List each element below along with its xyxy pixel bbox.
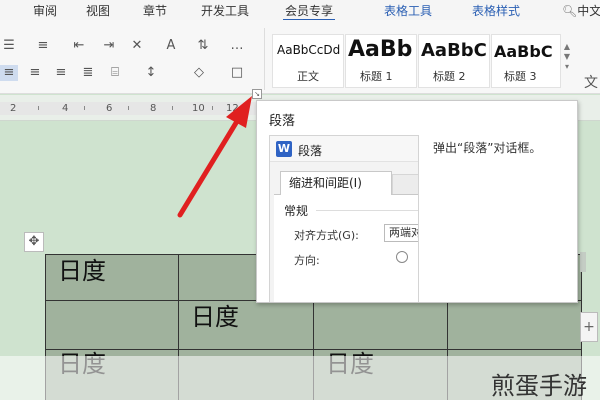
- add-column-button[interactable]: +: [580, 312, 598, 342]
- ruler-number: 4: [62, 103, 69, 114]
- scrollbar-thumb[interactable]: [580, 252, 586, 272]
- style-heading-1[interactable]: AaBb 标题 1: [345, 34, 417, 88]
- direction-label: 方向:: [294, 254, 320, 267]
- style-heading-2[interactable]: AaBbC 标题 2: [418, 34, 490, 88]
- style-sample: AaBb: [348, 37, 413, 62]
- ruler-number: 10: [192, 103, 205, 114]
- table-move-handle-icon[interactable]: ✥: [24, 232, 44, 252]
- distribute-icon[interactable]: ⌸: [106, 65, 124, 81]
- section-divider: [316, 210, 418, 211]
- style-label: 标题 1: [360, 70, 393, 83]
- menu-developer[interactable]: 开发工具: [201, 2, 249, 19]
- shading-icon[interactable]: ◇: [190, 65, 208, 81]
- search-box[interactable]: 🔍︎中文: [562, 2, 600, 19]
- text-tool-label[interactable]: 文: [584, 72, 598, 92]
- ruler-tick: [128, 106, 129, 110]
- style-label: 标题 2: [433, 70, 466, 83]
- ruler-tick: [212, 106, 213, 110]
- bullet-list-icon[interactable]: ☰: [0, 38, 18, 54]
- table-cell[interactable]: [46, 301, 179, 350]
- align-left-icon[interactable]: ≡: [0, 65, 18, 81]
- style-sample: AaBbC: [494, 42, 553, 61]
- menu-bar: 审阅 视图 章节 开发工具 会员专享 表格工具 表格样式 🔍︎中文: [0, 0, 600, 21]
- dialog-section-general: 常规: [284, 204, 309, 218]
- ruler-tick: [38, 106, 39, 110]
- menu-table-style[interactable]: 表格样式: [472, 2, 520, 19]
- tooltip-description: 弹出“段落”对话框。: [433, 141, 542, 155]
- dialog-titlebar: W 段落: [270, 136, 418, 162]
- style-sample: AaBbCcDd: [277, 43, 341, 57]
- dialog-tab-secondary: [392, 174, 418, 195]
- ruler-number: 12: [226, 103, 239, 114]
- table-cell[interactable]: [448, 301, 582, 350]
- dialog-preview: W 段落 缩进和间距(I) 常规 对齐方式(G): 两端对齐 方向:: [269, 135, 419, 302]
- menu-section[interactable]: 章节: [143, 2, 167, 19]
- numbered-list-icon[interactable]: ≡: [34, 38, 52, 54]
- style-heading-3[interactable]: AaBbC 标题 3: [491, 34, 561, 88]
- search-icon: 🔍︎: [562, 4, 578, 18]
- show-marks-icon[interactable]: …: [228, 38, 246, 54]
- align-select: 两端对齐: [384, 224, 418, 242]
- border-icon[interactable]: □: [228, 65, 246, 81]
- menu-member[interactable]: 会员专享: [285, 2, 333, 19]
- clear-format-icon[interactable]: ✕: [128, 38, 146, 54]
- direction-radio: [396, 251, 408, 263]
- decrease-indent-icon[interactable]: ⇤: [70, 38, 88, 54]
- menu-table-tools[interactable]: 表格工具: [384, 2, 432, 19]
- text-direction-icon[interactable]: A: [162, 38, 180, 54]
- sort-icon[interactable]: ⇅: [194, 38, 212, 54]
- ruler-number: 6: [106, 103, 113, 114]
- paragraph-tooltip: 段落 弹出“段落”对话框。 W 段落 缩进和间距(I) 常规 对齐方式(G): …: [256, 100, 578, 303]
- style-sample: AaBbC: [421, 40, 487, 61]
- ruler-tick: [84, 106, 85, 110]
- ribbon: ☰ ≡ ⇤ ⇥ ✕ A ⇅ … ≡ ≡ ≡ ≣ ⌸ ↕ ◇ □ AaBbCcDd…: [0, 20, 600, 94]
- table-cell[interactable]: 日度: [46, 255, 179, 301]
- dialog-tab-indent: 缩进和间距(I): [280, 171, 392, 195]
- menu-review[interactable]: 审阅: [33, 2, 57, 19]
- ruler-number: 8: [150, 103, 157, 114]
- style-normal[interactable]: AaBbCcDd 正文: [272, 34, 344, 88]
- increase-indent-icon[interactable]: ⇥: [100, 38, 118, 54]
- line-spacing-icon[interactable]: ↕: [142, 65, 160, 81]
- table-cell[interactable]: [314, 301, 448, 350]
- dialog-title: 段落: [298, 144, 323, 158]
- ruler-tick: [172, 106, 173, 110]
- style-label: 正文: [297, 70, 319, 83]
- paragraph-dialog-launcher[interactable]: ↘: [252, 89, 262, 99]
- ribbon-separator: [264, 28, 265, 90]
- style-gallery-scroll[interactable]: ▲ ▼ ▾: [562, 42, 572, 88]
- table-cell[interactable]: 日度: [179, 301, 314, 350]
- wps-logo-icon: W: [276, 141, 292, 157]
- cell-text: 日度: [191, 303, 239, 331]
- tooltip-title: 段落: [269, 114, 296, 129]
- align-label: 对齐方式(G):: [294, 229, 359, 242]
- align-right-icon[interactable]: ≡: [52, 65, 70, 81]
- cell-text: 日度: [58, 257, 106, 285]
- menu-view[interactable]: 视图: [86, 2, 110, 19]
- watermark: 煎蛋手游: [491, 372, 587, 400]
- align-center-icon[interactable]: ≡: [26, 65, 44, 81]
- justify-icon[interactable]: ≣: [79, 65, 97, 81]
- style-label: 标题 3: [504, 70, 537, 83]
- ruler-number: 2: [10, 103, 17, 114]
- search-label: 中文: [577, 4, 600, 18]
